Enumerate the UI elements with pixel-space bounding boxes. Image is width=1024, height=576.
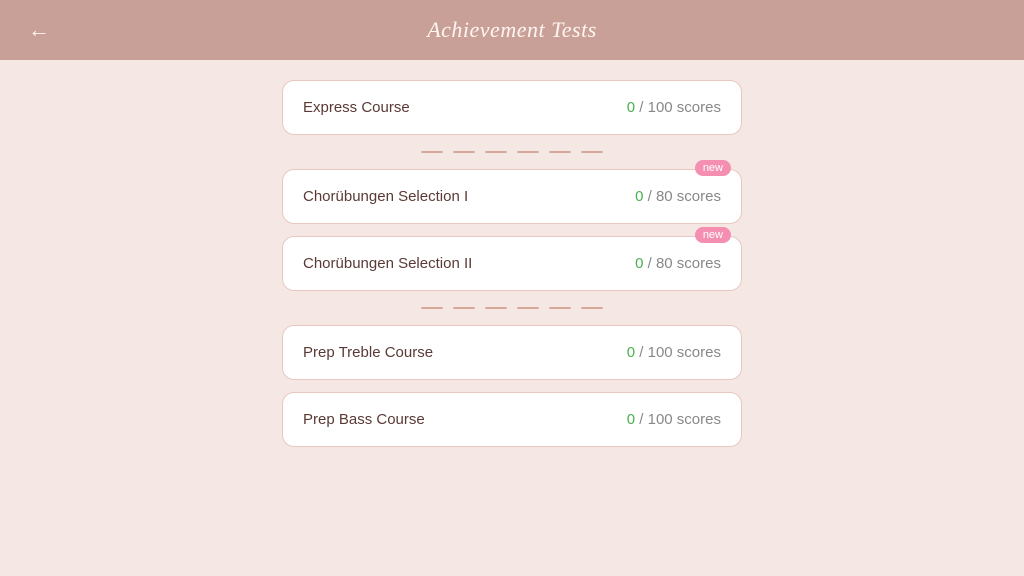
score-number: 0 bbox=[627, 411, 635, 428]
course-item-prep-treble-course[interactable]: Prep Treble Course 0 / 100 scores bbox=[282, 325, 742, 380]
courses-list: Express Course 0 / 100 scores new Chorübung… bbox=[0, 60, 1024, 576]
divider-dash bbox=[517, 151, 539, 153]
course-name: Chorübungen Selection I bbox=[303, 188, 468, 205]
score-number: 0 bbox=[635, 255, 643, 272]
course-score: 0 / 100 scores bbox=[627, 411, 721, 428]
back-button[interactable]: ← bbox=[20, 13, 58, 47]
divider-dash bbox=[453, 151, 475, 153]
course-score: 0 / 100 scores bbox=[627, 344, 721, 361]
score-number: 0 bbox=[627, 99, 635, 116]
course-name: Chorübungen Selection II bbox=[303, 255, 472, 272]
course-name: Express Course bbox=[303, 99, 410, 116]
new-badge: new bbox=[695, 227, 731, 243]
divider-dash bbox=[549, 307, 571, 309]
divider-1 bbox=[282, 151, 742, 153]
divider-dash bbox=[581, 151, 603, 153]
back-arrow-icon: ← bbox=[28, 17, 50, 43]
divider-3 bbox=[282, 307, 742, 309]
app-header: ← Achievement Tests bbox=[0, 0, 1024, 60]
page-title: Achievement Tests bbox=[427, 17, 597, 43]
divider-dash bbox=[581, 307, 603, 309]
course-score: 0 / 80 scores bbox=[635, 255, 721, 272]
course-score: 0 / 80 scores bbox=[635, 188, 721, 205]
score-number: 0 bbox=[635, 188, 643, 205]
course-score: 0 / 100 scores bbox=[627, 99, 721, 116]
divider-dash bbox=[421, 307, 443, 309]
course-item-chorubungen-selection-ii[interactable]: newChorübungen Selection II0 / 80 scores bbox=[282, 236, 742, 291]
divider-dash bbox=[485, 307, 507, 309]
course-item-express-course[interactable]: Express Course 0 / 100 scores bbox=[282, 80, 742, 135]
divider-dash bbox=[485, 151, 507, 153]
course-item-prep-bass-course[interactable]: Prep Bass Course 0 / 100 scores bbox=[282, 392, 742, 447]
divider-dash bbox=[453, 307, 475, 309]
course-name: Prep Treble Course bbox=[303, 344, 433, 361]
course-item-chorubungen-selection-i[interactable]: newChorübungen Selection I0 / 80 scores bbox=[282, 169, 742, 224]
divider-dash bbox=[549, 151, 571, 153]
score-number: 0 bbox=[627, 344, 635, 361]
new-badge: new bbox=[695, 160, 731, 176]
divider-dash bbox=[421, 151, 443, 153]
divider-dash bbox=[517, 307, 539, 309]
course-name: Prep Bass Course bbox=[303, 411, 425, 428]
